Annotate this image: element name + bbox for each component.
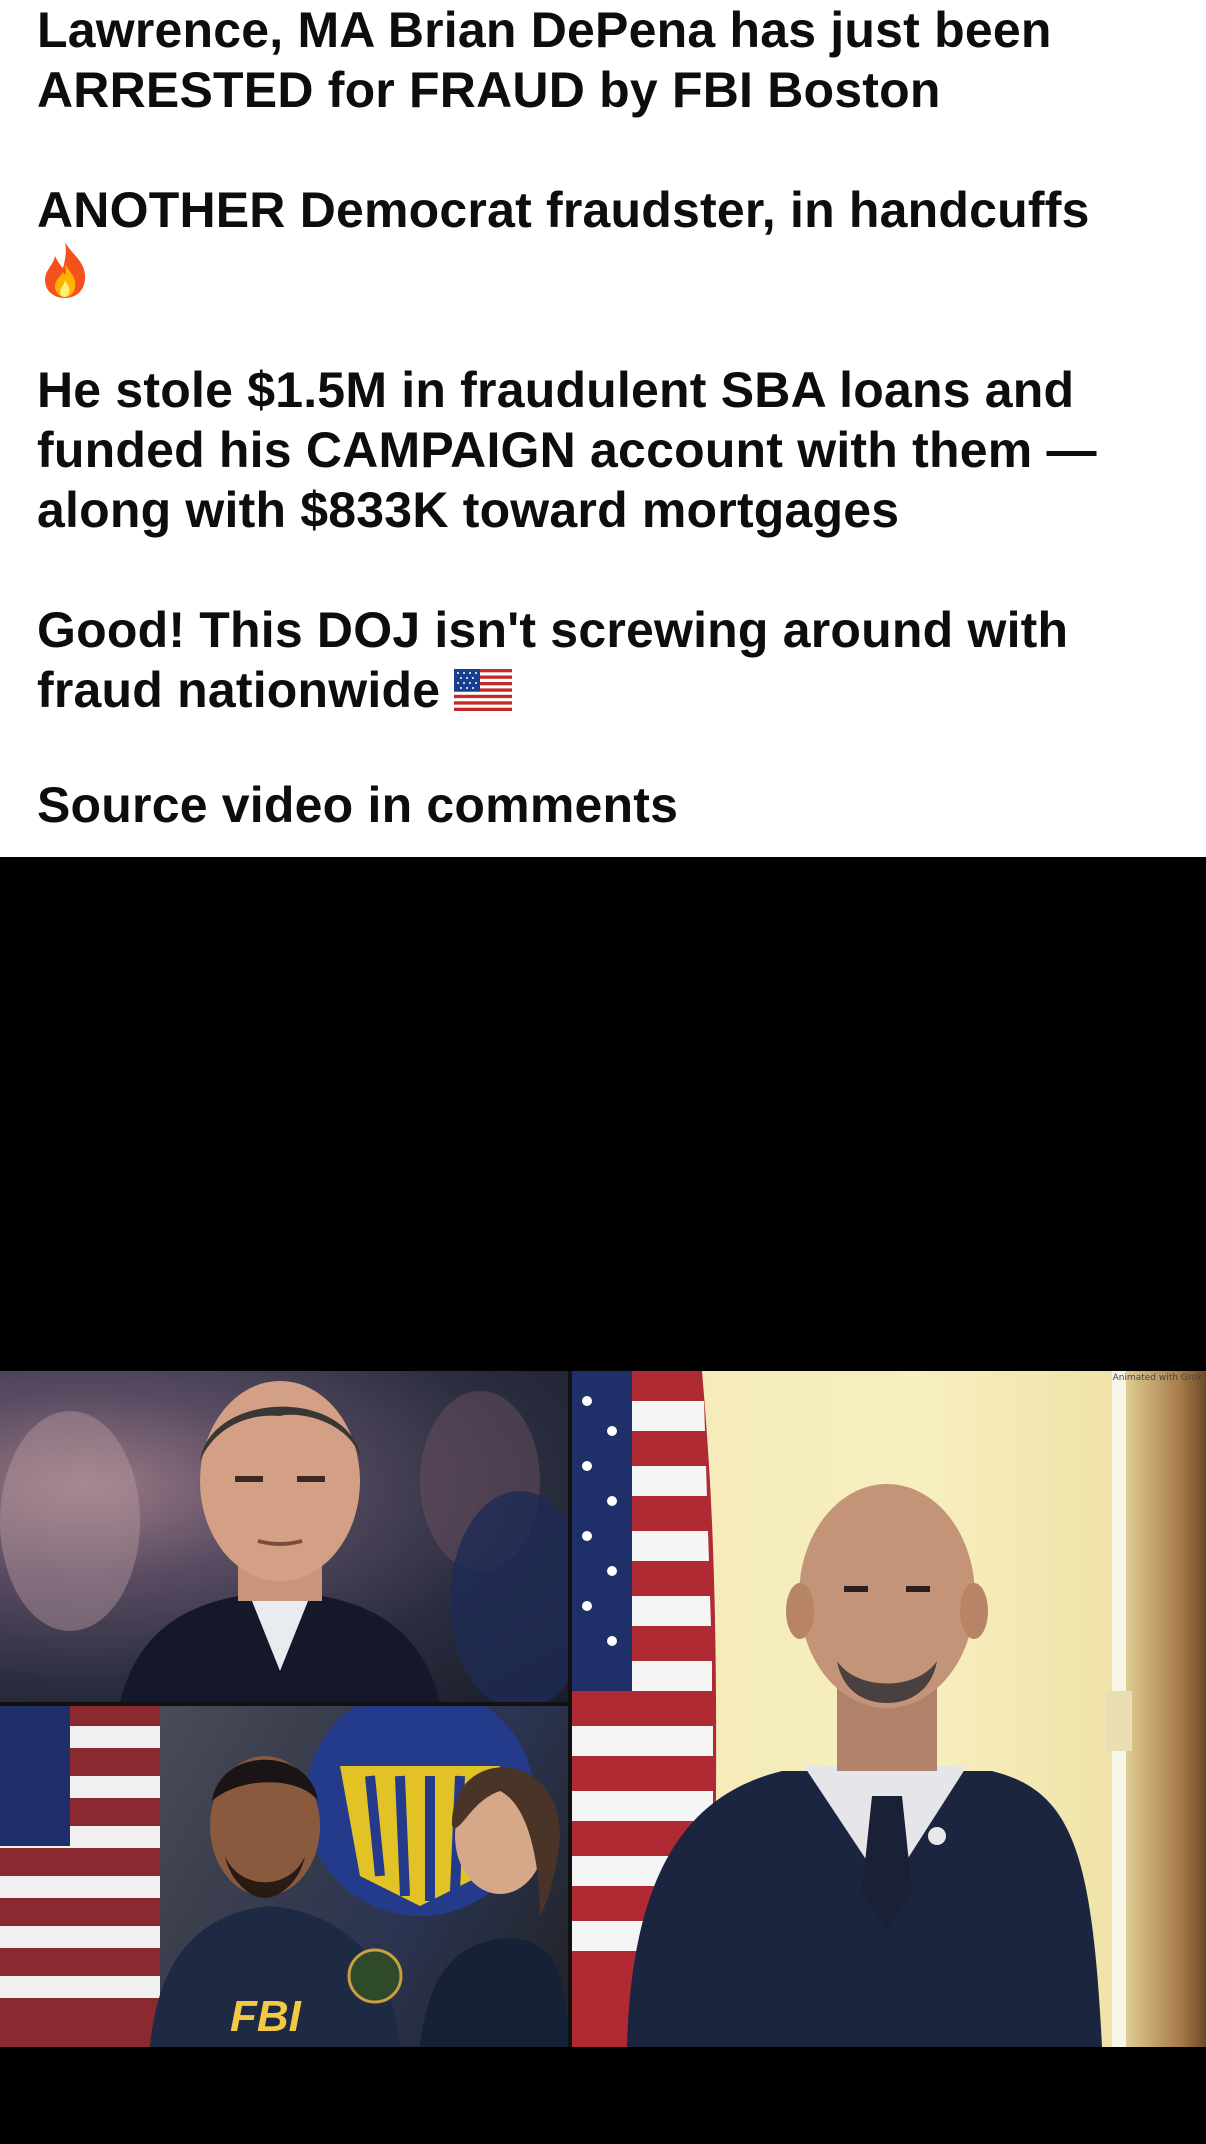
fbi-badge-text: FBI xyxy=(230,1992,302,2041)
post-paragraph-details: He stole $1.5M in fraudulent SBA loans a… xyxy=(37,360,1177,540)
post-text: Lawrence, MA Brian DePena has just been … xyxy=(0,0,1206,857)
portrait-man-flag xyxy=(572,1371,1132,2047)
collage-panel-right: Animated with Grok xyxy=(572,1371,1206,2047)
paragraph-4-text: Good! This DOJ isn't screwing around wit… xyxy=(37,602,1069,718)
portrait-man-suit xyxy=(0,1381,568,1702)
collage-panel-top-left xyxy=(0,1371,568,1702)
collage-panel-bottom-left: FBI xyxy=(0,1706,568,2047)
american-flag-left xyxy=(0,1706,160,2047)
fire-emoji-icon xyxy=(37,240,93,313)
paragraph-5-text[interactable]: Source video in comments xyxy=(37,777,678,833)
paragraph-2-text: ANOTHER Democrat fraudster, in handcuffs xyxy=(37,182,1090,238)
post-paragraph-headline: Lawrence, MA Brian DePena has just been … xyxy=(37,0,1177,120)
image-collage[interactable]: FBI Animated with Grok xyxy=(0,1371,1206,2047)
post-media[interactable]: FBI Animated with Grok xyxy=(0,857,1206,2144)
headline-text: Lawrence, MA Brian DePena has just been … xyxy=(37,2,1052,118)
post-paragraph-another: ANOTHER Democrat fraudster, in handcuffs xyxy=(37,180,1177,313)
fbi-scene: FBI xyxy=(0,1706,568,2047)
collage-caption: Animated with Grok xyxy=(1112,1373,1202,1383)
post-paragraph-source: Source video in comments xyxy=(37,775,1177,835)
paragraph-3-text: He stole $1.5M in fraudulent SBA loans a… xyxy=(37,362,1097,538)
us-flag-emoji-icon xyxy=(454,664,513,724)
post-paragraph-doj: Good! This DOJ isn't screwing around wit… xyxy=(37,600,1177,724)
